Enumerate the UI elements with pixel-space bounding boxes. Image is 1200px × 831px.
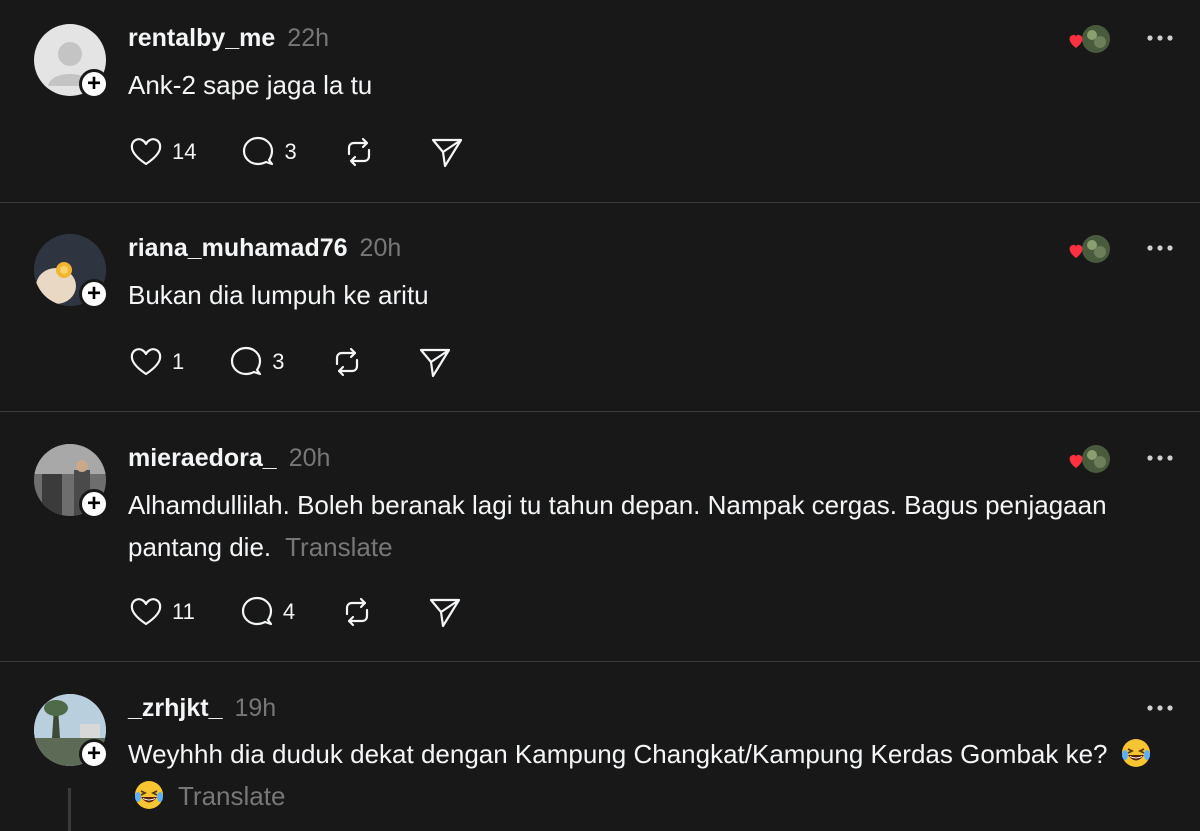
like-count: 11 xyxy=(172,599,195,624)
post-text: Alhamdullilah. Boleh beranak lagi tu tah… xyxy=(128,484,1178,568)
timestamp[interactable]: 20h xyxy=(360,234,402,263)
post-header: rentalby_me 22h xyxy=(128,24,329,53)
grinning-squinting-tears-emoji xyxy=(1121,739,1150,767)
timestamp[interactable]: 19h xyxy=(234,694,276,723)
username[interactable]: mieraedora_ xyxy=(128,444,277,473)
post-text-content: Bukan dia lumpuh ke aritu xyxy=(128,280,429,310)
avatar-wrap[interactable]: + xyxy=(34,444,109,519)
share-button[interactable] xyxy=(417,344,461,380)
more-options-icon[interactable] xyxy=(1145,448,1175,468)
timestamp[interactable]: 20h xyxy=(289,444,331,473)
divider xyxy=(0,202,1200,203)
liked-by-author-indicator xyxy=(1066,442,1114,478)
action-bar: 1 3 xyxy=(128,344,505,380)
username[interactable]: riana_muhamad76 xyxy=(128,234,348,263)
grinning-squinting-tears-emoji xyxy=(135,781,163,809)
repost-icon xyxy=(347,137,370,167)
follow-plus-icon[interactable]: + xyxy=(79,739,109,769)
share-button[interactable] xyxy=(427,594,471,630)
send-icon xyxy=(429,598,461,628)
timestamp[interactable]: 22h xyxy=(287,24,329,53)
post-header: _zrhjkt_ 19h xyxy=(128,694,276,723)
send-icon xyxy=(431,138,462,168)
follow-plus-icon[interactable]: + xyxy=(79,489,109,519)
repost-icon xyxy=(345,597,369,627)
post-header: mieraedora_ 20h xyxy=(128,444,330,473)
username[interactable]: _zrhjkt_ xyxy=(128,694,222,723)
action-bar: 11 4 xyxy=(128,594,515,630)
comment-icon xyxy=(231,346,262,376)
follow-plus-icon[interactable]: + xyxy=(79,279,109,309)
post-header: riana_muhamad76 20h xyxy=(128,234,401,263)
heart-icon xyxy=(1069,454,1083,468)
divider xyxy=(0,411,1200,412)
heart-icon xyxy=(130,348,162,376)
post-text-content: Ank-2 sape jaga la tu xyxy=(128,70,373,100)
thread-line xyxy=(68,788,71,831)
heart-icon xyxy=(1069,244,1083,258)
send-icon xyxy=(419,348,450,378)
share-button[interactable] xyxy=(429,134,473,170)
like-button[interactable]: 14 xyxy=(128,134,196,170)
translate-link[interactable]: Translate xyxy=(285,532,392,562)
post-text: Bukan dia lumpuh ke aritu xyxy=(128,274,1178,316)
repost-button[interactable] xyxy=(341,134,385,170)
post-text-content: Alhamdullilah. Boleh beranak lagi tu tah… xyxy=(128,490,1107,562)
reply-button[interactable]: 3 xyxy=(228,344,285,380)
repost-button[interactable] xyxy=(329,344,373,380)
action-bar: 14 3 xyxy=(128,134,517,170)
username[interactable]: rentalby_me xyxy=(128,24,275,53)
translate-link[interactable]: Translate xyxy=(178,781,285,811)
repost-button[interactable] xyxy=(339,594,383,630)
comment-icon xyxy=(241,596,272,626)
comment-icon xyxy=(243,136,274,166)
divider xyxy=(0,661,1200,662)
like-count: 14 xyxy=(172,139,197,164)
reply-button[interactable]: 3 xyxy=(240,134,297,170)
reply-count: 3 xyxy=(284,139,297,164)
like-button[interactable]: 11 xyxy=(128,594,195,630)
heart-icon xyxy=(130,598,162,626)
post-text: Weyhhh dia duduk dekat dengan Kampung Ch… xyxy=(128,733,1178,817)
heart-icon xyxy=(1069,34,1083,48)
follow-plus-icon[interactable]: + xyxy=(79,69,109,99)
more-options-icon[interactable] xyxy=(1145,698,1175,718)
more-options-icon[interactable] xyxy=(1145,28,1175,48)
reply-count: 3 xyxy=(272,349,285,374)
heart-icon xyxy=(130,138,162,166)
avatar-wrap[interactable]: + xyxy=(34,694,109,769)
repost-icon xyxy=(335,347,358,377)
avatar-wrap[interactable]: + xyxy=(34,24,109,99)
more-options-icon[interactable] xyxy=(1145,238,1175,258)
like-count: 1 xyxy=(172,349,185,374)
like-button[interactable]: 1 xyxy=(128,344,184,380)
avatar-wrap[interactable]: + xyxy=(34,234,109,309)
liked-by-author-indicator xyxy=(1066,232,1114,268)
post-text-content: Weyhhh dia duduk dekat dengan Kampung Ch… xyxy=(128,739,1108,769)
post-text: Ank-2 sape jaga la tu xyxy=(128,64,1178,106)
reply-button[interactable]: 4 xyxy=(239,594,295,630)
reply-count: 4 xyxy=(282,599,296,624)
liked-by-author-indicator xyxy=(1066,22,1114,58)
